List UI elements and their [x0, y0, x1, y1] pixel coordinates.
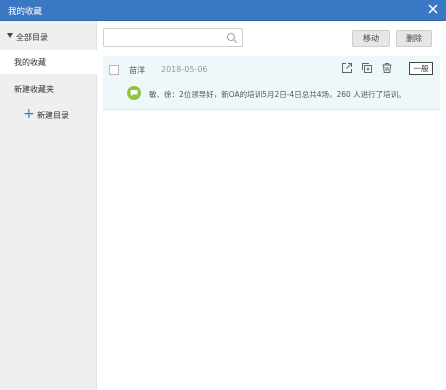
- new-directory-button[interactable]: + 新建目录: [0, 103, 97, 127]
- search-icon[interactable]: [226, 32, 238, 44]
- author-name: 苗洋: [129, 66, 145, 75]
- category-tag[interactable]: 一般: [409, 62, 433, 75]
- caret-down-icon: [7, 33, 13, 38]
- window-titlebar: 我的收藏: [0, 0, 446, 21]
- sidebar-item-new-folder[interactable]: 新建收藏夹: [0, 77, 97, 101]
- comment-icon: [127, 86, 141, 100]
- share-icon[interactable]: [341, 62, 353, 74]
- search-input[interactable]: [108, 31, 218, 44]
- sidebar-item-my-favorites[interactable]: 我的收藏: [0, 50, 97, 74]
- trash-icon[interactable]: [381, 62, 393, 74]
- sidebar-item-label: 全部目录: [16, 33, 48, 42]
- select-checkbox[interactable]: [109, 65, 119, 75]
- new-directory-label: 新建目录: [37, 111, 69, 120]
- sidebar-item-label: 我的收藏: [14, 58, 46, 67]
- favorite-content[interactable]: 敏、徐：2位领导好，新OA的培训5月2日-4日总共4场，260 人进行了培训。: [149, 89, 406, 100]
- move-button[interactable]: 移动: [352, 30, 390, 47]
- copy-icon[interactable]: [361, 62, 373, 74]
- sidebar-item-all-directories[interactable]: 全部目录: [0, 25, 97, 49]
- date-label: 2018-05-06: [161, 65, 208, 74]
- close-icon[interactable]: [426, 2, 440, 16]
- plus-icon: +: [23, 106, 35, 122]
- window-title: 我的收藏: [8, 7, 43, 17]
- delete-button[interactable]: 删除: [396, 30, 432, 47]
- favorite-item: 苗洋 2018-05-06 一般 敏、徐：2位领导好，新OA的培训5月2日-4日…: [103, 56, 440, 110]
- sidebar-item-label: 新建收藏夹: [14, 85, 54, 94]
- sidebar: 全部目录 我的收藏 新建收藏夹 + 新建目录: [0, 21, 97, 390]
- search-box: [103, 28, 243, 47]
